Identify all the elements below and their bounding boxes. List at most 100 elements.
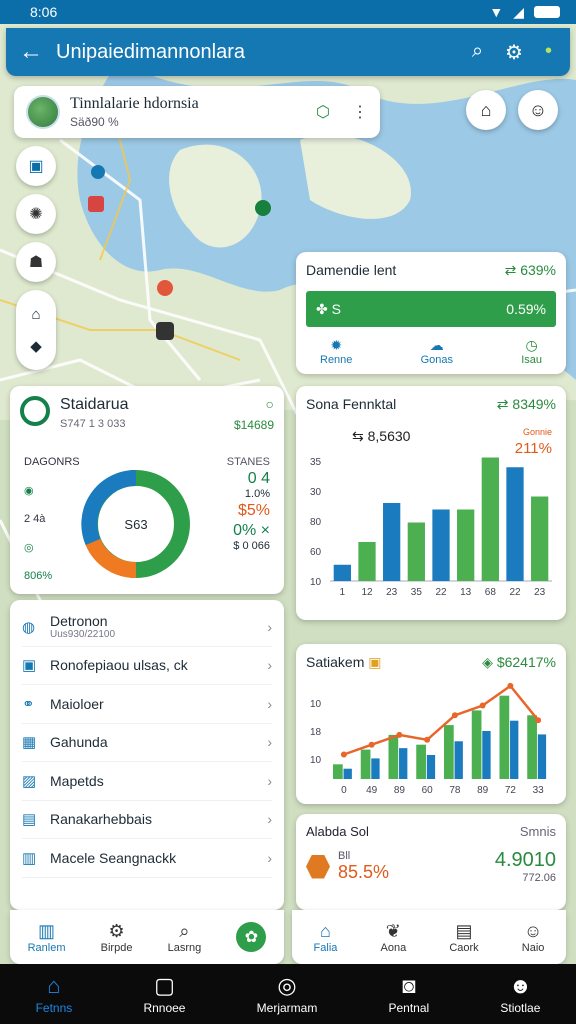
nav-merjarmam[interactable]: ◎ Merjarmam	[257, 973, 318, 1015]
kpi-label: Bll	[338, 850, 351, 862]
bar	[444, 725, 454, 779]
profile-icon[interactable]: ☺	[518, 90, 558, 130]
cloud-icon: ☁	[429, 337, 444, 353]
donut-chart[interactable]: S63	[76, 464, 196, 584]
nav-aona[interactable]: ❦ Aona	[381, 921, 407, 954]
stats-card[interactable]: Staidarua S747 1 3 033 ○ $14689 DAGONRS …	[10, 386, 284, 594]
bar	[531, 496, 549, 581]
stats-title: Staidarua	[60, 396, 129, 413]
compass-icon: ◎	[277, 973, 297, 998]
list-item[interactable]: ▤ Ranakarhebbais ›	[22, 801, 272, 839]
gear-icon[interactable]: ⚙	[505, 40, 523, 65]
document-icon: ▤	[22, 811, 37, 829]
tab-label: Renne	[320, 354, 353, 366]
info-icon[interactable]: ○	[234, 396, 274, 412]
compass-icon[interactable]: ◆	[16, 330, 56, 362]
list-item[interactable]: ▣ Ronofepiaou ulsas, ck ›	[22, 647, 272, 685]
search-icon[interactable]: ⌕	[472, 40, 483, 65]
nav-label: Pentnal	[388, 1001, 430, 1015]
signal-icon: ◢	[513, 3, 524, 20]
bar	[333, 564, 351, 581]
bar	[383, 503, 401, 581]
tab-gonas[interactable]: ☁ Gonas	[421, 337, 453, 366]
x-tick-label: 1	[340, 587, 346, 598]
target-icon: ◎	[24, 542, 34, 554]
nav-rnnoee[interactable]: ▢ Rnnoee	[143, 973, 185, 1015]
list-item[interactable]: ⚭ Maioloer ›	[22, 685, 272, 724]
nav-label: Naio	[521, 941, 545, 954]
chevron-right-icon: ›	[267, 734, 272, 751]
combo-chart[interactable]: 10 18 10 0 49 89 60 78 89 72 33	[306, 671, 556, 796]
plant-icon[interactable]: ✿	[236, 922, 267, 952]
list-item-label: Mapetds	[50, 772, 104, 789]
demand-card[interactable]: Damendie lent ⇄ 639% ✤ S 0.59% ✹ Renne ☁ G…	[296, 252, 566, 374]
status-bar: 8:06 ▼ ◢	[0, 0, 576, 24]
home-icon: ⌂	[320, 920, 331, 941]
kpi-right-title: Smnis	[519, 824, 556, 839]
linecard-change: $62417%	[496, 654, 556, 670]
list-item[interactable]: ▦ Gahunda ›	[22, 724, 272, 762]
nav-stiotlae[interactable]: ☻ Stiotlae	[500, 973, 540, 1015]
list-item[interactable]: ▥ Macele Seangnackk ›	[22, 839, 272, 878]
nav-ranlem[interactable]: ▥ Ranlem	[28, 921, 66, 954]
more-icon[interactable]: ⋮	[352, 102, 368, 122]
bar	[416, 744, 426, 779]
home-icon[interactable]: ⌂	[466, 90, 506, 130]
chevron-right-icon: ›	[267, 811, 272, 828]
nav-birpde[interactable]: ⚙ Birpde	[101, 921, 133, 954]
status-time: 8:06	[30, 4, 58, 20]
x-tick-label: 49	[366, 785, 378, 796]
bar-chart-card[interactable]: Sona Fennktal ⇄ 8349% 35 30 80 60 10 1 12 23 35 2…	[296, 386, 566, 620]
nav-falia[interactable]: ⌂ Falia	[314, 921, 338, 954]
demand-bar-label: S	[331, 300, 341, 317]
nav-pentnal[interactable]: ◙ Pentnal	[389, 973, 430, 1015]
bar	[371, 758, 380, 779]
tab-renne[interactable]: ✹ Renne	[320, 337, 352, 366]
line-point	[535, 717, 542, 724]
bar	[481, 457, 499, 581]
kpi-percent: 85.5%	[338, 862, 390, 882]
list-item[interactable]: ▨ Mapetds ›	[22, 762, 272, 801]
map-tools: ▣ ✺ ☗ ⌂ ◆	[16, 146, 60, 370]
kpi-sub: 772.06	[522, 872, 556, 884]
layers-icon[interactable]: ▣	[16, 146, 56, 186]
location-card[interactable]: Tinnlalarie hdornsia Säð90 % ⬡ ⋮	[14, 86, 380, 138]
stats-subtitle: S747 1 3 033	[60, 418, 126, 430]
trend-icon: ⇄	[504, 262, 521, 278]
chevron-right-icon: ›	[267, 657, 272, 674]
location-pin-icon[interactable]: •	[545, 40, 552, 65]
y-tick-label: 80	[310, 517, 322, 528]
settings-icon[interactable]: ✺	[16, 194, 56, 234]
eye-icon: ◈	[482, 654, 497, 670]
bar	[333, 764, 343, 779]
line-chart-card[interactable]: Satiakem ▣ ◈ $62417% 10 18 10 0 49 89 60 78 89 72…	[296, 644, 566, 804]
chat-icon: ◙	[402, 973, 416, 998]
bar	[537, 734, 547, 779]
bar	[499, 695, 510, 779]
linecard-title: Satiakem	[306, 654, 365, 670]
building-icon[interactable]: ⌂	[16, 298, 56, 330]
orange-label: Gonnie	[523, 427, 552, 437]
list-item-label: Ranakarhebbais	[50, 811, 152, 828]
list-item[interactable]: ◍ Detronon Uus930/22100 ›	[22, 608, 272, 647]
bar-chart[interactable]: 35 30 80 60 10 1 12 23 35 22 13 68 22 23 ⇆ 8,5630 Gonni…	[306, 413, 556, 603]
nav-fetnns[interactable]: ⌂ Fetnns	[36, 973, 73, 1015]
nav-caork[interactable]: ▤ Caork	[449, 921, 478, 954]
nav-label: Merjarmam	[256, 1001, 318, 1015]
traffic-icon[interactable]: ☗	[16, 242, 56, 282]
hexagon-icon	[306, 854, 330, 879]
right-value-5: $ 0 066	[233, 540, 270, 552]
tab-isau[interactable]: ◷ Isau	[521, 337, 542, 366]
nav-naio[interactable]: ☺ Naio	[522, 921, 545, 954]
nav-lasrng[interactable]: ⌕ Lasrng	[168, 921, 202, 954]
bar	[506, 467, 524, 581]
navigate-icon[interactable]: ⬡	[316, 102, 330, 122]
y-tick-label: 30	[310, 487, 322, 498]
bar	[482, 730, 491, 779]
nav-label: Lasrng	[167, 941, 202, 954]
right-value-2: 1.0%	[244, 488, 270, 500]
arrow-left-icon[interactable]: ←	[6, 38, 56, 66]
demand-bar[interactable]: ✤ S 0.59%	[306, 291, 556, 327]
nav-label: Birpde	[100, 941, 133, 954]
kpi-card[interactable]: Alabda Sol Smnis Bll 85.5% 4.9010 772.06	[296, 814, 566, 910]
